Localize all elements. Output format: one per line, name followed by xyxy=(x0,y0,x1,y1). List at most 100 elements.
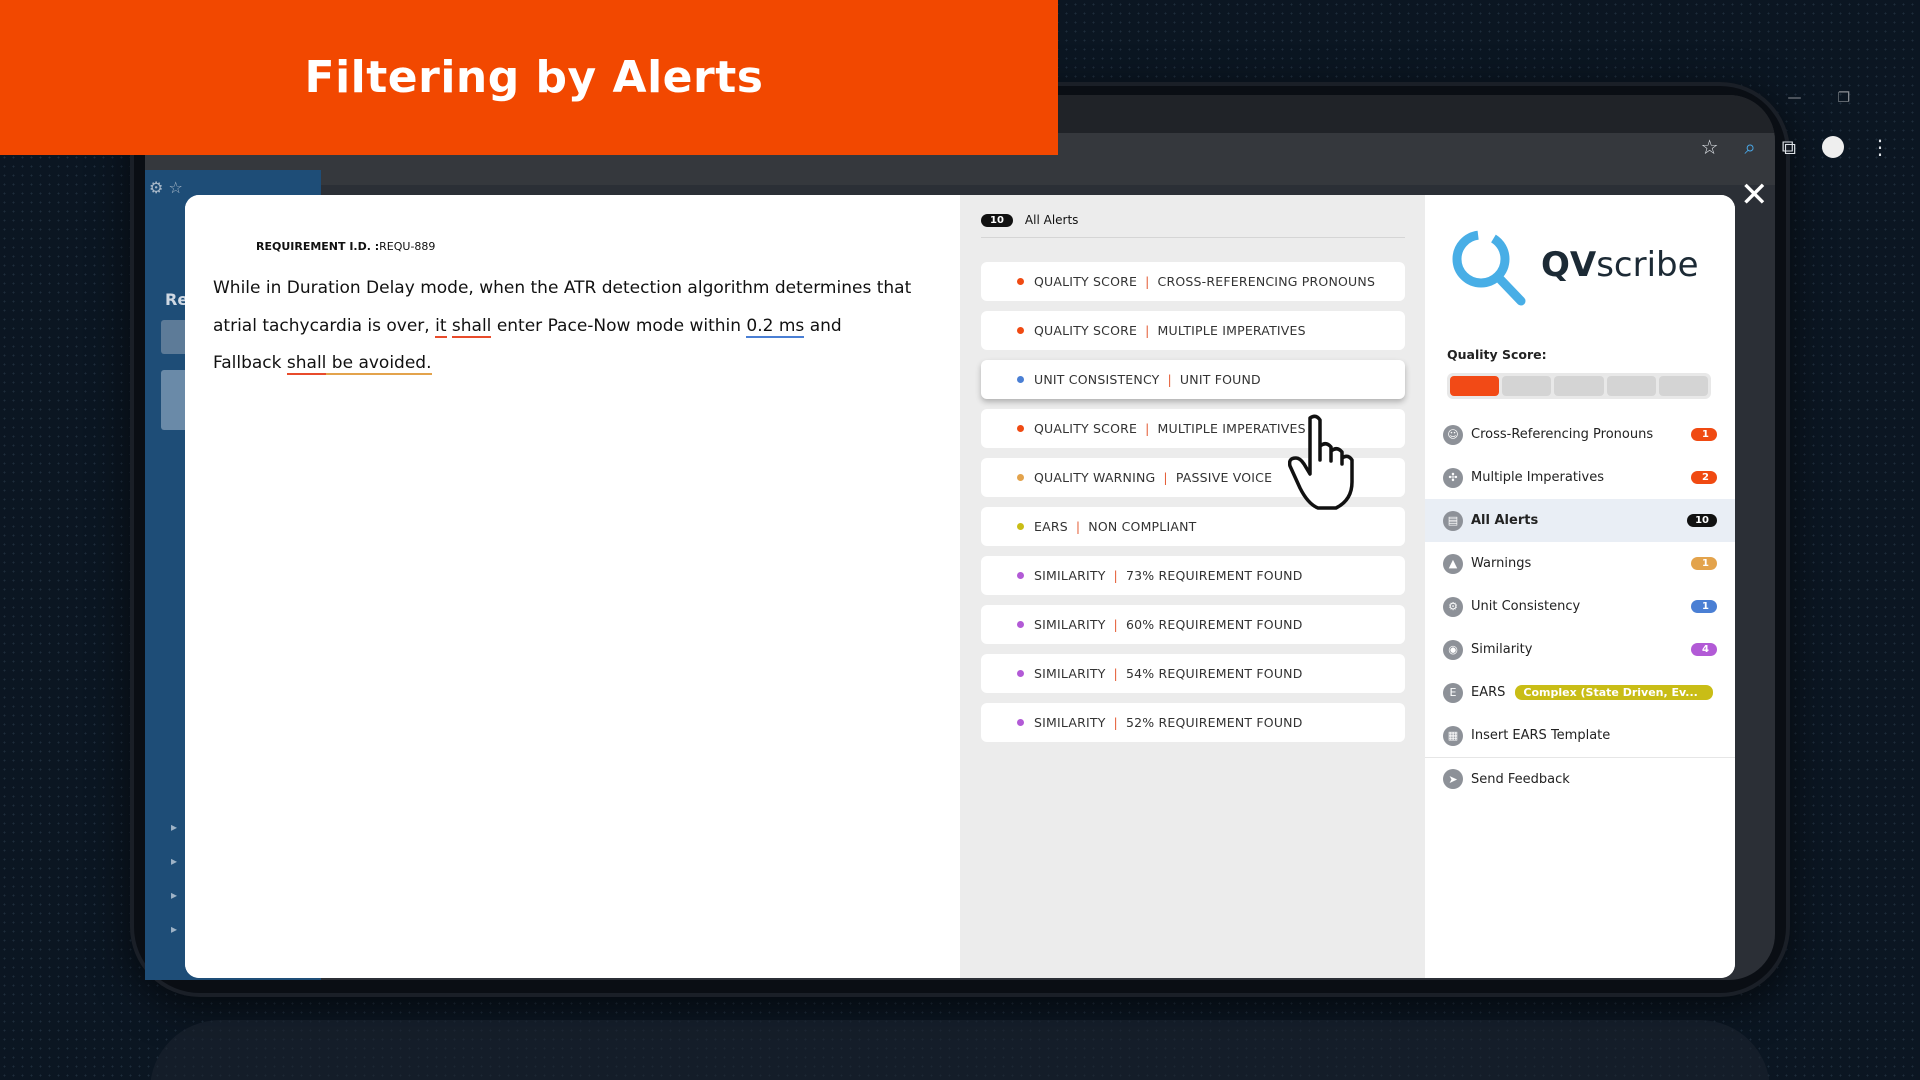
star-icon[interactable]: ☆ xyxy=(168,178,182,197)
window-controls: — ❐ xyxy=(1787,90,1850,106)
menu-item-mult[interactable]: ✣ Multiple Imperatives 2 xyxy=(1425,456,1735,499)
count-badge: 10 xyxy=(1687,514,1717,527)
flag-pronoun-it[interactable]: it xyxy=(435,315,447,338)
alert-type: SIMILARITY xyxy=(1034,715,1106,730)
requirement-id: REQUIREMENT I.D. :REQU-889 xyxy=(256,240,435,253)
requirement-pane: REQUIREMENT I.D. :REQU-889 While in Dura… xyxy=(185,195,960,978)
menu-item-label: EARS xyxy=(1471,685,1506,700)
alert-item[interactable]: SIMILARITY | 73% REQUIREMENT FOUND xyxy=(981,556,1405,595)
alert-item[interactable]: EARS | NON COMPLIANT xyxy=(981,507,1405,546)
restore-icon[interactable]: ❐ xyxy=(1837,90,1850,106)
close-modal-button[interactable]: ✕ xyxy=(1740,178,1769,212)
qvscribe-extension-icon[interactable]: ⌕ xyxy=(1745,135,1756,159)
quality-score-label: Quality Score: xyxy=(1447,347,1547,362)
alert-item[interactable]: QUALITY SCORE | CROSS-REFERENCING PRONOUNS xyxy=(981,262,1405,301)
alert-item[interactable]: SIMILARITY | 52% REQUIREMENT FOUND xyxy=(981,703,1405,742)
count-badge: 2 xyxy=(1691,471,1717,484)
gear-icon[interactable]: ⚙ xyxy=(149,178,163,197)
alerts-pane: 10 All Alerts QUALITY SCORE | CROSS-REFERE… xyxy=(960,195,1425,978)
alert-detail: 52% REQUIREMENT FOUND xyxy=(1125,715,1303,730)
tablet-reflection xyxy=(150,1020,1770,1080)
alert-separator: | xyxy=(1145,323,1150,338)
alert-type: QUALITY SCORE xyxy=(1034,274,1138,289)
alert-detail: CROSS-REFERENCING PRONOUNS xyxy=(1157,274,1376,289)
alert-type: QUALITY SCORE xyxy=(1034,421,1138,436)
flag-imperative-shall-2[interactable]: shall xyxy=(286,353,327,375)
quality-score-segment xyxy=(1606,376,1656,396)
alert-type: QUALITY WARNING xyxy=(1034,470,1156,485)
alert-type: SIMILARITY xyxy=(1034,617,1106,632)
count-badge: 1 xyxy=(1691,428,1717,441)
warning-icon: ▲ xyxy=(1443,553,1463,574)
alert-dot-icon xyxy=(1017,474,1024,481)
menu-item-label: Warnings xyxy=(1471,556,1532,571)
qvscribe-menu: ☺ Cross-Referencing Pronouns 1 ✣ Multiple Im… xyxy=(1425,413,1735,800)
alert-separator: | xyxy=(1113,568,1118,583)
alert-detail: NON COMPLIANT xyxy=(1088,519,1197,534)
alerts-header-label: All Alerts xyxy=(1024,213,1079,227)
qvscribe-magnifier-icon xyxy=(1452,230,1526,306)
title-banner: Filtering by Alerts xyxy=(0,0,1058,155)
alert-dot-icon xyxy=(1017,670,1024,677)
minimize-icon[interactable]: — xyxy=(1787,90,1801,106)
alert-dot-icon xyxy=(1017,719,1024,726)
ears-icon: E xyxy=(1443,682,1463,703)
browser-menu-icon[interactable]: ⋮ xyxy=(1870,135,1890,159)
alert-type: SIMILARITY xyxy=(1034,568,1106,583)
bookmark-star-icon[interactable]: ☆ xyxy=(1701,135,1719,159)
quality-score-segment xyxy=(1554,376,1604,396)
menu-item-all[interactable]: ▤ All Alerts 10 xyxy=(1425,499,1735,542)
eye-icon: ◉ xyxy=(1443,639,1463,660)
alert-dot-icon xyxy=(1017,327,1024,334)
alert-detail: MULTIPLE IMPERATIVES xyxy=(1157,323,1306,338)
send-icon: ➤ xyxy=(1443,769,1463,789)
sidebar-tools: ⚙ ☆ xyxy=(149,178,183,197)
requirement-text: While in Duration Delay mode, when the A… xyxy=(213,270,913,383)
unit-icon: ⚙ xyxy=(1443,596,1463,617)
menu-item-label: Unit Consistency xyxy=(1471,599,1581,614)
alert-item[interactable]: QUALITY SCORE | MULTIPLE IMPERATIVES xyxy=(981,311,1405,350)
alert-separator: | xyxy=(1167,372,1172,387)
ears-type-badge: Complex (State Driven, Ev... xyxy=(1515,685,1714,700)
alert-item[interactable]: SIMILARITY | 60% REQUIREMENT FOUND xyxy=(981,605,1405,644)
quality-score-segment xyxy=(1658,376,1709,396)
menu-item-label: All Alerts xyxy=(1471,513,1539,528)
alert-detail: 73% REQUIREMENT FOUND xyxy=(1125,568,1303,583)
menu-item-feedback[interactable]: ➤ Send Feedback xyxy=(1425,757,1735,800)
alert-type: UNIT CONSISTENCY xyxy=(1034,372,1160,387)
profile-avatar[interactable] xyxy=(1822,136,1844,158)
logo-rest: scribe xyxy=(1596,245,1699,285)
flag-imperative-shall[interactable]: shall xyxy=(451,315,492,338)
template-icon: ▦ xyxy=(1443,725,1463,746)
alert-type: SIMILARITY xyxy=(1034,666,1106,681)
alert-separator: | xyxy=(1163,470,1168,485)
pronoun-icon: ☺ xyxy=(1443,424,1463,445)
req-text-part: be avoided. xyxy=(331,353,432,373)
alert-detail: 54% REQUIREMENT FOUND xyxy=(1125,666,1303,681)
sidebar-tree-arrows: ▸ ▸ ▸ ▸ xyxy=(171,820,178,936)
flag-unit[interactable]: 0.2 ms xyxy=(746,315,805,338)
req-text-part: enter Pace-Now mode within xyxy=(496,315,742,336)
menu-item-ears[interactable]: E EARS Complex (State Driven, Ev... xyxy=(1425,671,1735,714)
extensions-puzzle-icon[interactable]: ⧉ xyxy=(1782,135,1796,159)
menu-item-sim[interactable]: ◉ Similarity 4 xyxy=(1425,628,1735,671)
alert-item[interactable]: SIMILARITY | 54% REQUIREMENT FOUND xyxy=(981,654,1405,693)
menu-item-unit[interactable]: ⚙ Unit Consistency 1 xyxy=(1425,585,1735,628)
flag-passive-voice[interactable]: be avoided. xyxy=(326,353,432,375)
alert-separator: | xyxy=(1075,519,1081,534)
menu-item-label: Similarity xyxy=(1471,642,1533,657)
alert-detail: PASSIVE VOICE xyxy=(1175,470,1273,485)
menu-item-tmpl[interactable]: ▦ Insert EARS Template xyxy=(1425,714,1735,757)
alert-separator: | xyxy=(1145,421,1150,436)
qvscribe-logo: QVscribe xyxy=(1445,225,1699,315)
menu-item-cross[interactable]: ☺ Cross-Referencing Pronouns 1 xyxy=(1425,413,1735,456)
alert-item[interactable]: UNIT CONSISTENCY | UNIT FOUND xyxy=(981,360,1405,399)
alert-dot-icon xyxy=(1017,621,1024,628)
count-badge: 1 xyxy=(1691,600,1717,613)
alerts-count-badge: 10 xyxy=(981,213,1013,227)
menu-item-warn[interactable]: ▲ Warnings 1 xyxy=(1425,542,1735,585)
quality-score-bar xyxy=(1447,373,1711,399)
alert-type: QUALITY SCORE xyxy=(1034,323,1138,338)
count-badge: 4 xyxy=(1691,643,1717,656)
browser-toolbar-icons: ☆ ⌕ ⧉ ⋮ xyxy=(1701,135,1890,159)
